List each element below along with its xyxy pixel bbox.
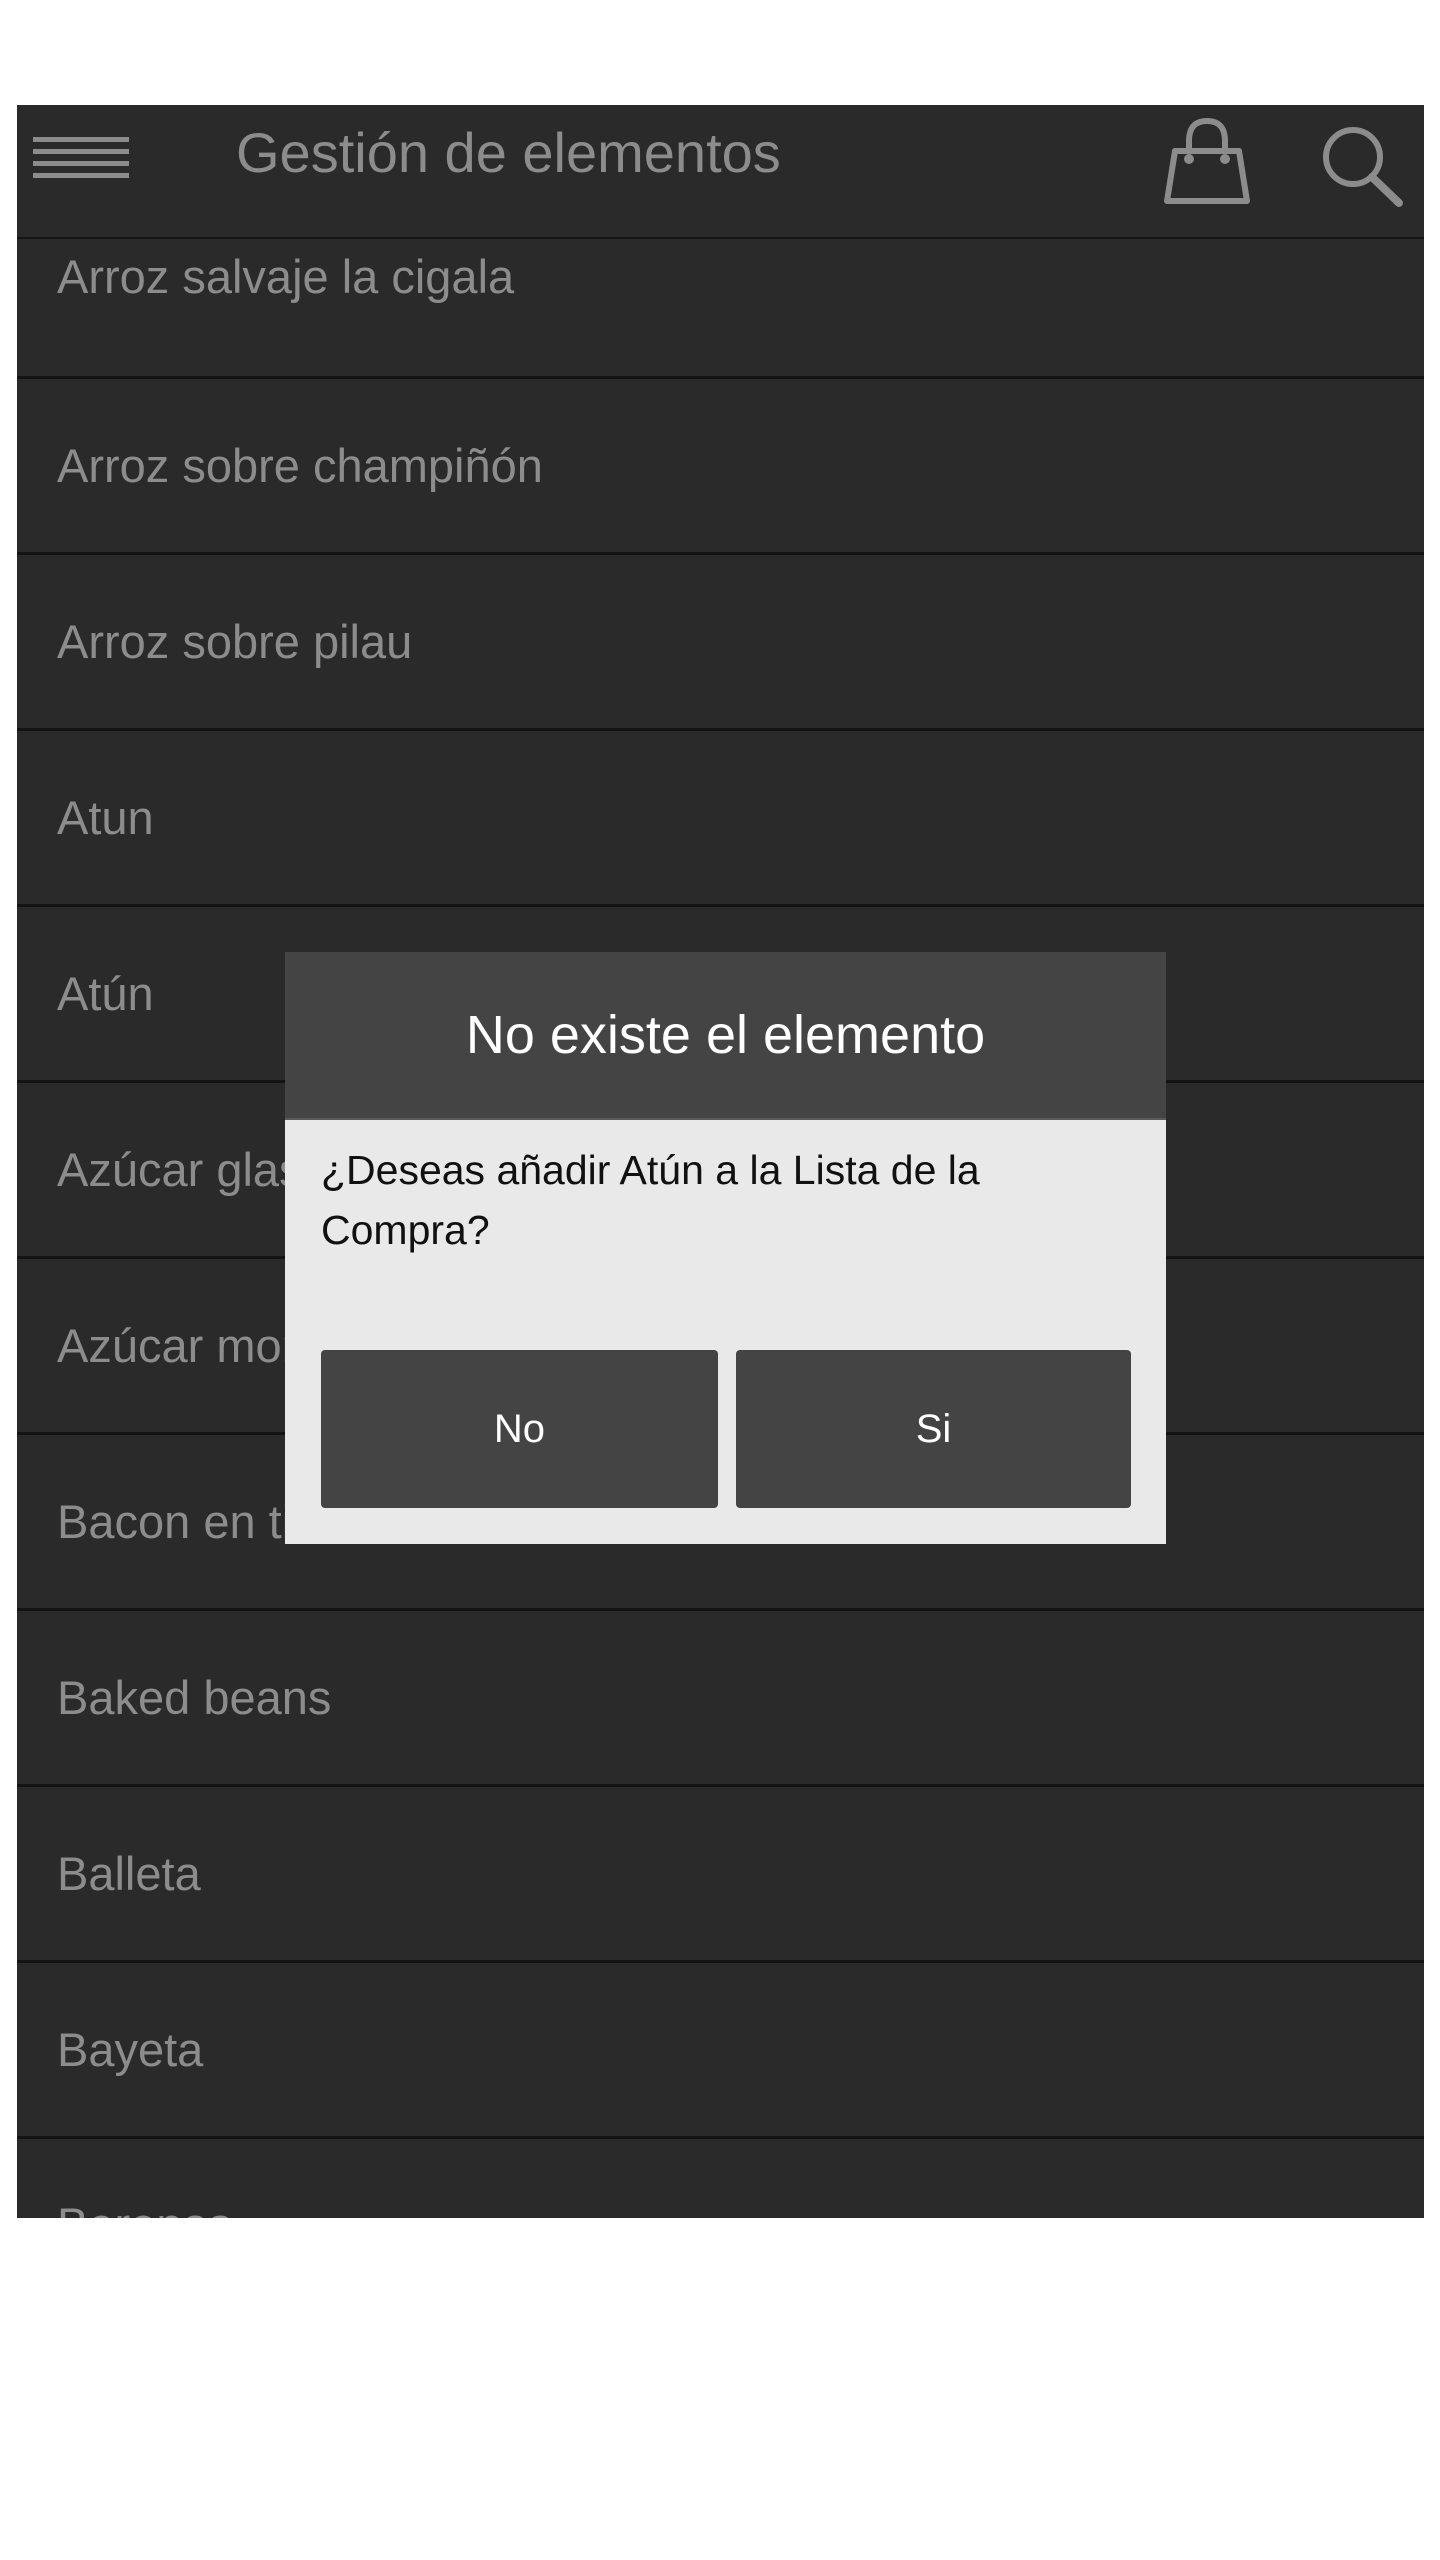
dialog-title: No existe el elemento xyxy=(285,952,1166,1120)
no-button[interactable]: No xyxy=(321,1350,718,1508)
list-item[interactable]: Arroz sobre champiñón xyxy=(17,379,1424,555)
hamburger-menu-icon[interactable] xyxy=(33,137,133,189)
list-item[interactable]: Arroz sobre pilau xyxy=(17,555,1424,731)
shopping-bag-icon[interactable] xyxy=(1161,113,1253,207)
list-item[interactable]: Bayeta xyxy=(17,1963,1424,2139)
list-item[interactable]: Atun xyxy=(17,731,1424,907)
page-title: Gestión de elementos xyxy=(236,121,781,184)
search-icon[interactable] xyxy=(1317,117,1409,209)
yes-button[interactable]: Si xyxy=(736,1350,1131,1508)
dialog-message: ¿Deseas añadir Atún a la Lista de la Com… xyxy=(321,1147,980,1253)
list-item[interactable]: Arroz salvaje la cigala xyxy=(17,239,1424,379)
toolbar: Gestión de elementos xyxy=(17,105,1424,239)
list-item[interactable]: Balleta xyxy=(17,1787,1424,1963)
confirm-dialog: No existe el elemento ¿Deseas añadir Atú… xyxy=(285,952,1166,1544)
list-item[interactable]: Baked beans xyxy=(17,1611,1424,1787)
list-item[interactable]: Berenas xyxy=(17,2139,1424,2218)
